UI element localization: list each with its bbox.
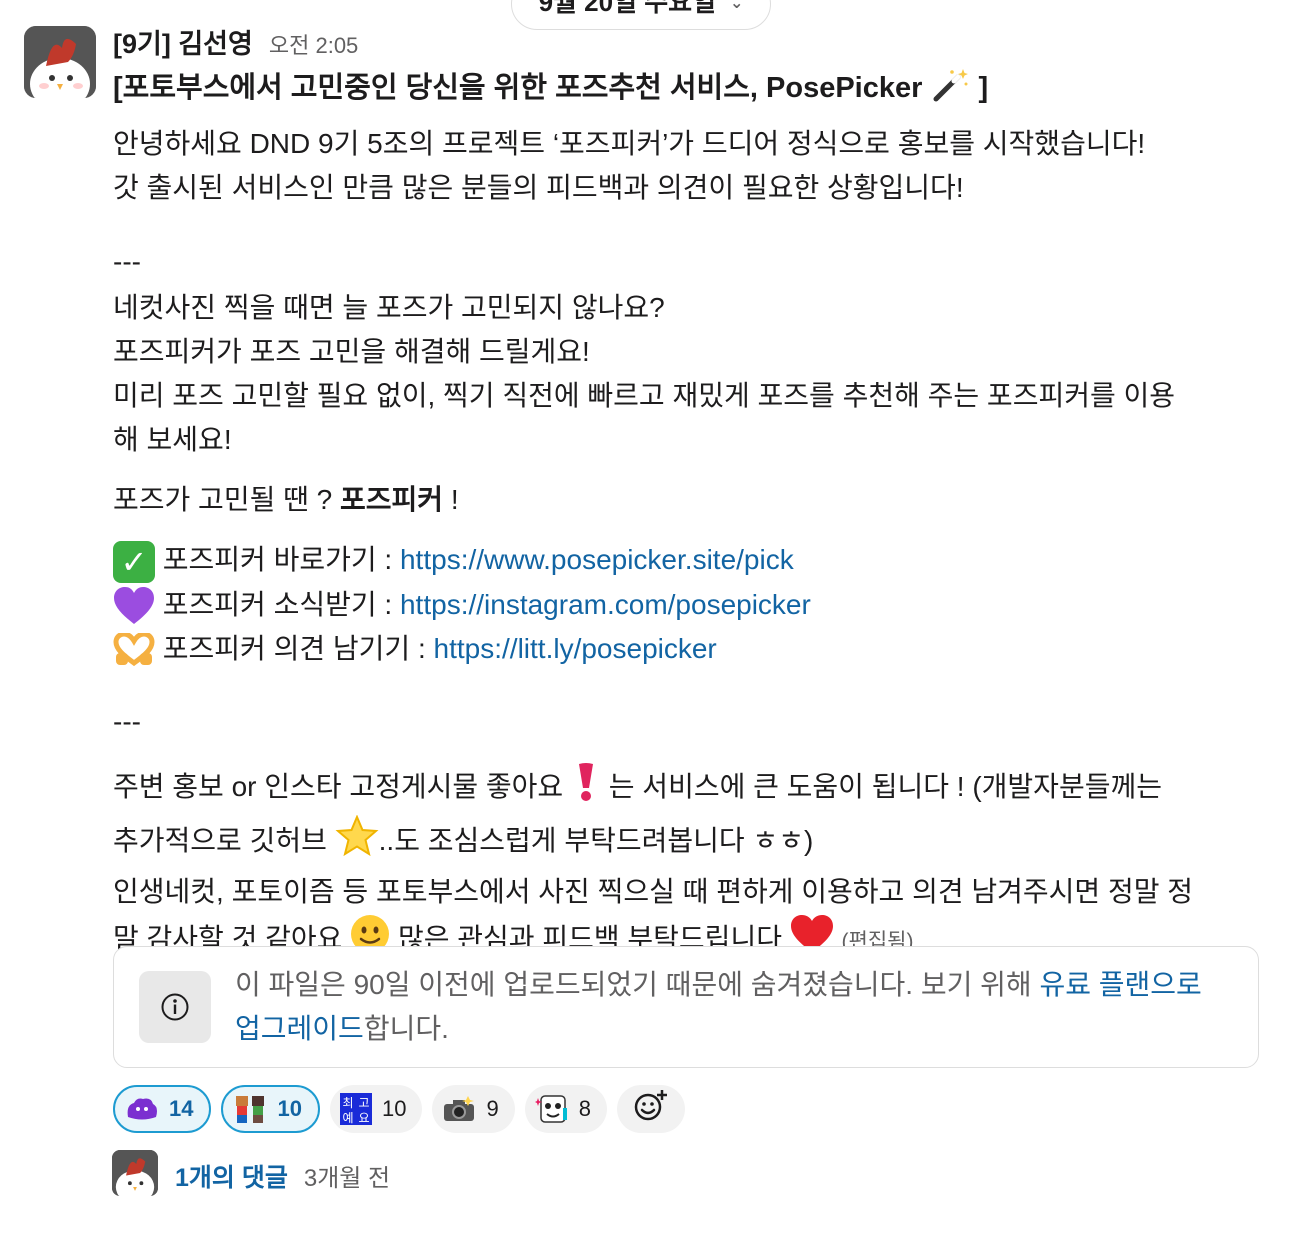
chevron-down-icon: ⌄ (730, 0, 744, 12)
body-line: 해 보세요! (113, 424, 232, 455)
body-line: 네컷사진 찍을 때면 늘 포즈가 고민되지 않나요? (113, 292, 665, 323)
notice-text: 이 파일은 90일 이전에 업로드되었기 때문에 숨겨졌습니다. 보기 위해 유… (235, 963, 1225, 1051)
choego-yeyo-glyph: 예 (342, 1111, 353, 1125)
choego-yeyo-glyph: 고 (358, 1096, 369, 1110)
message-title: [포토부스에서 고민중인 당신을 위한 포즈추천 서비스, PosePicker… (113, 64, 988, 111)
reaction-count: 14 (169, 1096, 194, 1121)
date-divider-button[interactable]: 9월 20일 수요일 ⌄ (511, 0, 771, 30)
body-line: 주변 홍보 or 인스타 고정게시물 좋아요 는 서비스에 큰 도움이 됩니다 … (113, 762, 1263, 815)
reaction-count: 10 (381, 1096, 407, 1121)
link-pick[interactable]: https://www.posepicker.site/pick (400, 544, 794, 575)
body-line: 미리 포즈 고민할 필요 없이, 찍기 직전에 빠르고 재밌게 포즈를 추천해 … (113, 380, 1176, 411)
reply-avatar[interactable] (112, 1150, 158, 1196)
two-people-icon (233, 1094, 267, 1124)
star-icon (335, 814, 379, 870)
message-header: [9기] 김선영 오전 2:05 (113, 22, 358, 61)
link-feedback[interactable]: https://litt.ly/posepicker (434, 633, 717, 664)
sender-name[interactable]: [9기] 김선영 (113, 22, 253, 61)
link-row-feedback: 포즈피커 의견 남기기 : https://litt.ly/posepicker (113, 627, 1263, 671)
tagline-bold: 포즈피커 (340, 484, 444, 515)
links-list: ✓ 포즈피커 바로가기 : https://www.posepicker.sit… (113, 538, 1263, 671)
link-label: 포즈피커 의견 남기기 : (155, 632, 434, 664)
message-body-intro: 안녕하세요 DND 9기 5조의 프로젝트 ‘포즈피커’가 드디어 정식으로 홍… (113, 122, 1263, 210)
reply-time: 3개월 전 (303, 1165, 391, 1192)
magic-wand-icon (930, 67, 970, 111)
reaction-count: 10 (277, 1096, 302, 1121)
link-row-pick: ✓ 포즈피커 바로가기 : https://www.posepicker.sit… (113, 538, 1263, 583)
notice-text-before: 이 파일은 90일 이전에 업로드되었기 때문에 숨겨졌습니다. 보기 위해 (235, 969, 1040, 1000)
notice-text-after: 합니다. (363, 1013, 449, 1044)
reaction-count: 8 (578, 1096, 591, 1121)
choego-yeyo-glyph: 최 (342, 1096, 353, 1110)
body-line: 포즈피커가 포즈 고민을 해결해 드릴게요! (113, 336, 590, 367)
body-line: 갓 출시된 서비스인 만큼 많은 분들의 피드백과 의견이 필요한 상황입니다! (113, 172, 964, 203)
reply-count-link[interactable]: 1개의 댓글 (175, 1158, 288, 1194)
add-reaction-button[interactable] (616, 1085, 685, 1133)
body-fragment: 추가적으로 깃허브 (113, 824, 327, 856)
reaction-two-people[interactable]: 10 (221, 1085, 320, 1133)
link-row-instagram: 포즈피커 소식받기 : https://instagram.com/posepi… (113, 583, 1263, 627)
link-label: 포즈피커 바로가기 : (155, 544, 400, 575)
reaction-purple-blob[interactable]: 14 (113, 1085, 212, 1133)
body-fragment: 는 서비스에 큰 도움이 됩니다 ! (개발자분들께는 (600, 770, 1162, 802)
hidden-file-notice: 이 파일은 90일 이전에 업로드되었기 때문에 숨겨졌습니다. 보기 위해 유… (113, 946, 1259, 1068)
info-icon (139, 971, 211, 1043)
reaction-camera-flash[interactable]: 9 (432, 1085, 515, 1133)
reactions-bar: 14 10 최고예요 10 9 8 (113, 1085, 685, 1133)
reaction-choego-yeyo[interactable]: 최고예요 10 (329, 1085, 423, 1133)
body-line: 인생네컷, 포토이즘 등 포토부스에서 사진 찍으실 때 편하게 이용하고 의견… (113, 876, 1194, 907)
add-reaction-icon (633, 1088, 669, 1130)
message-title-text: [포토부스에서 고민중인 당신을 위한 포즈추천 서비스, PosePicker (113, 72, 923, 104)
purple-blob-icon (125, 1095, 159, 1123)
heart-hands-icon (113, 631, 155, 667)
body-fragment: ..도 조심스럽게 부탁드려봅니다 ㅎㅎ) (378, 824, 814, 856)
tagline-suffix: ! (443, 484, 459, 515)
reaction-count: 9 (486, 1096, 499, 1121)
body-fragment: 주변 홍보 or 인스타 고정게시물 좋아요 (113, 770, 564, 802)
sparkle-face-icon (534, 1094, 569, 1124)
check-mark-icon: ✓ (113, 540, 155, 583)
exclamation-icon (571, 762, 601, 815)
thread-replies[interactable]: 1개의 댓글 3개월 전 (175, 1158, 390, 1194)
camera-flash-icon (442, 1095, 476, 1123)
choego-yeyo-icon: 최고예요 (339, 1093, 372, 1125)
avatar[interactable] (24, 26, 96, 98)
tagline-prefix: 포즈가 고민될 땐 ? (113, 484, 341, 515)
separator-text: --- (113, 706, 141, 737)
reaction-sparkle-face[interactable]: 8 (524, 1085, 607, 1133)
body-line: 안녕하세요 DND 9기 5조의 프로젝트 ‘포즈피커’가 드디어 정식으로 홍… (113, 128, 1146, 159)
link-instagram[interactable]: https://instagram.com/posepicker (400, 589, 811, 620)
message-body-pitch: 네컷사진 찍을 때면 늘 포즈가 고민되지 않나요? 포즈피커가 포즈 고민을 … (113, 286, 1263, 462)
message-body-request: 주변 홍보 or 인스타 고정게시물 좋아요 는 서비스에 큰 도움이 됩니다 … (113, 762, 1263, 967)
tagline: 포즈가 고민될 땐 ? 포즈피커 ! (113, 478, 1263, 522)
choego-yeyo-glyph: 요 (358, 1111, 369, 1125)
message-title-end: ] (978, 72, 989, 104)
link-label: 포즈피커 소식받기 : (155, 588, 400, 620)
body-line: 추가적으로 깃허브 ..도 조심스럽게 부탁드려봅니다 ㅎㅎ) (113, 814, 1263, 870)
purple-heart-icon (113, 586, 155, 626)
date-divider-label: 9월 20일 수요일 (538, 0, 717, 17)
message-time[interactable]: 오전 2:05 (269, 28, 358, 60)
separator-text: --- (113, 246, 141, 277)
